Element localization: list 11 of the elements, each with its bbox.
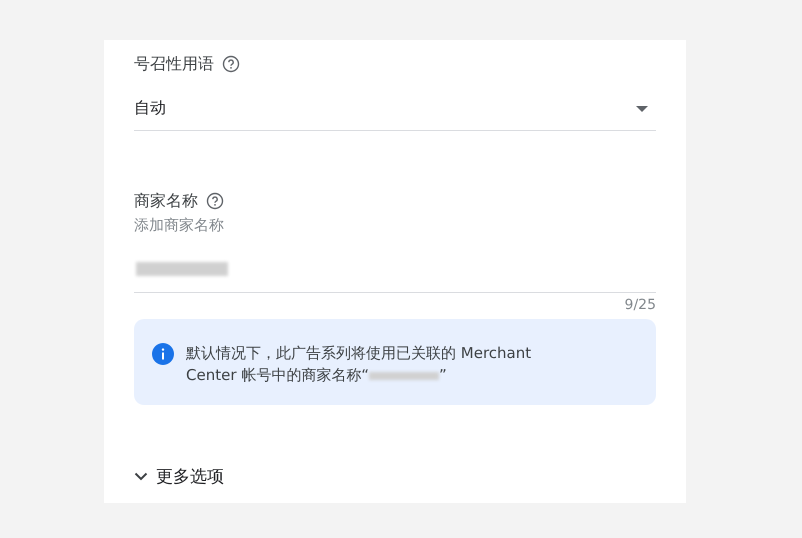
field-label: 号召性用语: [134, 54, 214, 74]
help-icon[interactable]: [222, 55, 240, 73]
field-hint: 添加商家名称: [134, 216, 225, 236]
field-label: 商家名称: [134, 190, 198, 212]
more-options-toggle[interactable]: 更多选项: [134, 463, 224, 489]
character-counter: 9/25: [624, 297, 656, 315]
dropdown-field[interactable]: 自动: [134, 87, 656, 131]
info-icon: [152, 343, 174, 365]
help-icon[interactable]: [206, 192, 224, 210]
caret-icon: [636, 106, 648, 112]
info-text: 默认情况下，此广告系列将使用已关联的 Merchant Center 帐号中的商家名称“ ”: [186, 343, 532, 386]
